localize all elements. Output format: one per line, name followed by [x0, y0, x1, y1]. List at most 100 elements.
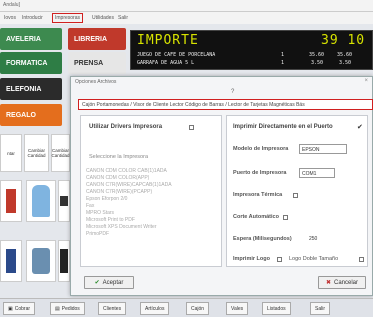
pedidos-label: Pedidos — [61, 305, 80, 312]
vales-label: Vales — [231, 305, 244, 312]
cash-icon: ▣ — [8, 305, 13, 312]
product-image — [6, 249, 16, 273]
accept-label: Aceptar — [102, 279, 124, 286]
cajon-button[interactable]: Cajón — [186, 302, 210, 315]
water-bottle-image — [32, 185, 50, 217]
menu-item-introducir[interactable]: Introducir — [22, 15, 43, 21]
product-tile-water[interactable] — [26, 180, 56, 222]
cobrar-button[interactable]: ▣ Cobrar — [3, 302, 36, 315]
doble-label: Logo Doble Tamaño — [289, 256, 339, 262]
cobrar-label: Cobrar — [14, 305, 31, 312]
line-qty: 1 — [281, 52, 285, 58]
ticket-display: IMPORTE 39 10 JUEGO DE CAFE DE PORCELANA… — [130, 30, 373, 70]
cancel-label: Cancelar — [334, 279, 359, 286]
product-image — [60, 249, 68, 273]
check-icon: ✔ — [94, 280, 100, 286]
listados-label: Listados — [267, 305, 286, 312]
menu-item-nuevos[interactable]: Iovos — [4, 15, 16, 21]
salir-label: Salir — [315, 305, 326, 312]
check-icon[interactable]: ✔ — [357, 123, 363, 131]
tile-label: Cambiar Cantidad — [51, 148, 70, 158]
category-regalo[interactable]: REGALO — [0, 104, 62, 126]
printer-option[interactable]: CANON CDM COLOR CAB(1)1ADA — [86, 168, 167, 174]
printer-option[interactable]: CANON CDM COLOR(APP) — [86, 175, 149, 181]
product-tile-book[interactable] — [0, 240, 22, 282]
close-icon[interactable]: × — [364, 78, 368, 84]
corte-checkbox[interactable] — [283, 215, 288, 220]
product-image — [32, 248, 50, 274]
product-tile-frame[interactable] — [58, 240, 70, 282]
printer-option[interactable]: Microsoft XPS Document Writer — [86, 224, 156, 230]
printer-option[interactable]: CANON C7R(WIRE)(PCAPP) — [86, 189, 152, 195]
cart-icon: ▤ — [55, 305, 60, 312]
tile-cambiar-cantidad-2[interactable]: Cambiar Cantidad — [51, 134, 70, 172]
line-qty: 1 — [281, 60, 285, 66]
window-title: Andalu] — [3, 2, 20, 8]
puerto-label: Puerto de Impresora — [233, 170, 287, 176]
espera-label: Espera (Milisegundos) — [233, 236, 292, 242]
dialog-tabs[interactable]: Cajón Portamonedas / Visor de Cliente Le… — [78, 99, 373, 110]
pos-window: Andalu] Iovos Introducir Impresoras Util… — [0, 0, 373, 317]
importe-amount: 39 10 — [321, 33, 366, 48]
line-total: 3.50 — [339, 60, 352, 66]
dialog-title: Opciones Archivos — [75, 79, 117, 85]
printer-option[interactable]: Epson Eforpon 2/0 — [86, 196, 127, 202]
line-desc: JUEGO DE CAFE DE PORCELANA — [137, 52, 216, 58]
modelo-label: Modelo de Impresora — [233, 146, 289, 152]
printer-option[interactable]: Fax — [86, 203, 94, 209]
select-printer-label: Seleccione la Impresora — [89, 154, 149, 160]
articulos-label: Artículos — [145, 305, 165, 312]
bottom-toolbar: ▣ Cobrar ▤ Pedidos Clientes Artículos Cajó… — [0, 298, 373, 317]
direct-port-title: Imprimir Directamente en el Puerto — [233, 124, 333, 130]
doble-checkbox[interactable] — [359, 257, 364, 262]
salir-button[interactable]: Salir — [310, 302, 331, 315]
line-price: 35.60 — [309, 52, 325, 58]
help-icon[interactable]: ? — [231, 89, 234, 95]
logo-checkbox[interactable] — [277, 257, 282, 262]
menu-item-utilidades[interactable]: Utilidades — [92, 15, 114, 21]
line-desc: GARRAFA DE AGUA 5 L — [137, 60, 195, 66]
menu-bar: Iovos Introducir Impresoras Utilidades S… — [0, 12, 373, 24]
title-bar: Andalu] — [0, 0, 373, 12]
listados-button[interactable]: Listados — [262, 302, 291, 315]
product-image — [60, 196, 68, 206]
tile-label: Cambiar Cantidad — [27, 148, 46, 158]
pedidos-button[interactable]: ▤ Pedidos — [50, 302, 85, 315]
tile-cambiar-cantidad[interactable]: Cambiar Cantidad — [24, 134, 49, 172]
vales-button[interactable]: Vales — [226, 302, 249, 315]
termica-label: Impresora Térmica — [233, 192, 283, 198]
cajon-label: Cajón — [191, 305, 205, 312]
line-total: 35.60 — [337, 52, 353, 58]
termica-checkbox[interactable] — [293, 193, 298, 198]
drivers-title: Utilizar Drivers Impresora — [89, 124, 163, 130]
puerto-select[interactable]: COM1 — [299, 168, 335, 178]
category-prensa[interactable]: PRENSA — [68, 52, 126, 74]
category-informatica[interactable]: FORMATICA — [0, 52, 62, 74]
tile-partial[interactable]: ntar — [0, 134, 22, 172]
product-tile-cup[interactable] — [58, 180, 70, 222]
accept-button[interactable]: ✔ Aceptar — [84, 276, 134, 289]
line-price: 3.50 — [311, 60, 324, 66]
printer-option[interactable]: MPRO Stars — [86, 210, 114, 216]
drivers-checkbox[interactable] — [189, 125, 194, 130]
category-libreria[interactable]: LIBRERIA — [68, 28, 126, 50]
modelo-select[interactable]: EPSON — [299, 144, 347, 154]
direct-port-panel: Imprimir Directamente en el Puerto ✔ Mod… — [226, 115, 368, 267]
cancel-button[interactable]: ✖ Cancelar — [318, 276, 366, 289]
product-tile-red[interactable] — [0, 180, 22, 222]
category-telefonia[interactable]: ELEFONIA — [0, 78, 62, 100]
product-tile-phone[interactable] — [26, 240, 56, 282]
printer-option[interactable]: Microsoft Print to PDF — [86, 217, 135, 223]
logo-label: Imprimir Logo — [233, 256, 270, 262]
espera-input[interactable]: 250 — [307, 234, 325, 244]
menu-item-impresoras[interactable]: Impresoras — [52, 13, 84, 23]
articulos-button[interactable]: Artículos — [140, 302, 170, 315]
menu-item-salir[interactable]: Salir — [118, 15, 128, 21]
importe-label: IMPORTE — [137, 33, 199, 48]
corte-label: Corte Automático — [233, 214, 279, 220]
category-papeleria[interactable]: AVELERIA — [0, 28, 62, 50]
clientes-button[interactable]: Clientes — [98, 302, 127, 315]
cancel-icon: ✖ — [325, 280, 331, 286]
printer-option[interactable]: CANON C7R(WIRE)CAPCAB(1)1ADA — [86, 182, 172, 188]
printer-option[interactable]: PrimoPDF — [86, 231, 109, 237]
